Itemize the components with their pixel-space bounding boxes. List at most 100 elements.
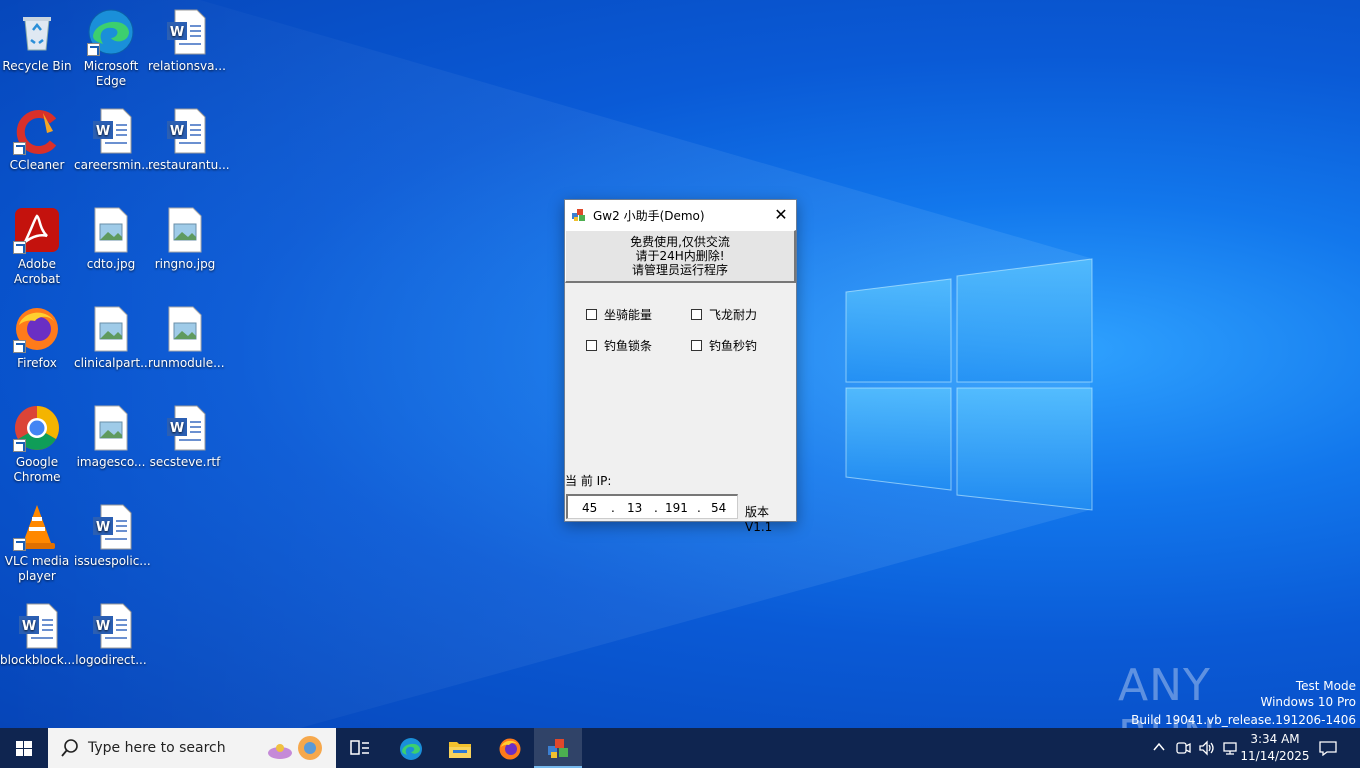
checkbox-box[interactable] [586, 340, 597, 351]
svg-text:W: W [170, 421, 184, 436]
ip-octet[interactable]: 45 [582, 501, 597, 515]
desktop-icon-label: Recycle Bin [2, 59, 72, 73]
taskbar-search-box[interactable]: Type here to search [48, 728, 336, 768]
checkbox-fishing-instant[interactable]: 钓鱼秒钓 [691, 337, 757, 354]
shortcut-arrow-icon [13, 439, 26, 452]
meet-now-icon[interactable] [1175, 740, 1191, 760]
checkbox-mount-energy[interactable]: 坐骑能量 [586, 306, 652, 323]
desktop-icon-recycle-bin[interactable]: Recycle Bin [0, 8, 74, 74]
os-edition-label: Windows 10 Pro [1260, 695, 1356, 709]
shortcut-arrow-icon [13, 538, 26, 551]
word-doc-icon: W [161, 107, 209, 155]
desktop-icon-blockblock[interactable]: W blockblock... [0, 602, 75, 668]
acrobat-icon [13, 206, 61, 254]
volume-icon[interactable] [1198, 740, 1216, 760]
image-file-icon [87, 404, 135, 452]
checkbox-dragon-stamina[interactable]: 飞龙耐力 [691, 306, 757, 323]
file-explorer-icon [449, 742, 471, 758]
ip-dot: . [697, 501, 701, 515]
svg-text:W: W [22, 619, 36, 634]
desktop-icon-clinicalpart[interactable]: clinicalpart... [74, 305, 152, 371]
desktop-icon-ccleaner[interactable]: CCleaner [0, 107, 74, 173]
desktop-icon-ringno[interactable]: ringno.jpg [148, 206, 222, 272]
svg-text:W: W [170, 124, 184, 139]
notification-center-icon[interactable] [1319, 740, 1337, 760]
ip-dot: . [654, 501, 658, 515]
svg-text:W: W [96, 124, 110, 139]
desktop-icon-issuespolic[interactable]: W issuespolic... [74, 503, 151, 569]
word-doc-icon: W [87, 503, 135, 551]
search-highlight-icon [268, 736, 322, 760]
notice-button[interactable]: 免费使用,仅供交流 请于24H内删除! 请管理员运行程序 [565, 230, 796, 283]
shortcut-arrow-icon [13, 142, 26, 155]
task-view-icon [350, 740, 369, 755]
ccleaner-icon [13, 107, 61, 155]
taskbar-file-explorer[interactable] [435, 728, 483, 768]
word-doc-icon: W [161, 8, 209, 56]
checkbox-box[interactable] [691, 340, 702, 351]
start-button[interactable] [0, 728, 48, 768]
window-titlebar[interactable]: Gw2 小助手(Demo) ✕ [565, 200, 796, 230]
taskbar-firefox[interactable] [485, 728, 533, 768]
recycle-bin-icon [13, 8, 61, 56]
desktop-icon-label: secsteve.rtf [149, 455, 221, 469]
desktop-icon-label: logodirect... [75, 653, 147, 667]
test-mode-label: Test Mode [1295, 679, 1356, 693]
desktop-icon-edge[interactable]: Microsoft Edge [74, 8, 148, 89]
svg-text:W: W [96, 619, 110, 634]
network-icon[interactable] [1222, 740, 1240, 760]
desktop-icon-chrome[interactable]: Google Chrome [0, 404, 74, 485]
taskbar-edge[interactable] [386, 728, 434, 768]
desktop-icon-restaurantu[interactable]: W restaurantu... [148, 107, 230, 173]
firefox-icon [13, 305, 61, 353]
checkbox-box[interactable] [586, 309, 597, 320]
shortcut-arrow-icon [13, 241, 26, 254]
ip-octet[interactable]: 54 [711, 501, 726, 515]
desktop-icon-acrobat[interactable]: Adobe Acrobat [0, 206, 74, 287]
desktop-icon-firefox[interactable]: Firefox [0, 305, 74, 371]
desktop-icon-cdto[interactable]: cdto.jpg [74, 206, 148, 272]
close-icon: ✕ [774, 205, 788, 224]
desktop-icon-relationsva[interactable]: W relationsva... [148, 8, 226, 74]
desktop-icon-logodirect[interactable]: W logodirect... [74, 602, 148, 668]
window-title: Gw2 小助手(Demo) [593, 209, 705, 223]
checkbox-fishing-lock[interactable]: 钓鱼锁条 [586, 337, 652, 354]
image-file-icon [161, 305, 209, 353]
desktop-icon-label: issuespolic... [74, 554, 151, 568]
notice-line: 请管理员运行程序 [631, 263, 728, 277]
edge-icon [87, 8, 135, 56]
image-file-icon [161, 206, 209, 254]
desktop-icon-label: careersmin... [74, 158, 153, 172]
search-placeholder: Type here to search [88, 740, 226, 756]
desktop-icon-careersmin[interactable]: W careersmin... [74, 107, 153, 173]
notice-line: 免费使用,仅供交流 [630, 235, 730, 249]
vlc-icon [13, 503, 61, 551]
svg-text:W: W [170, 25, 184, 40]
desktop-icon-label: Firefox [17, 356, 57, 370]
desktop-icon-label: Microsoft Edge [83, 59, 139, 88]
clock-time[interactable]: 3:34 AM [1240, 732, 1310, 746]
desktop-icon-label: VLC media player [4, 554, 70, 583]
desktop-icon-imagesco[interactable]: imagesco... [74, 404, 148, 470]
desktop-icon-vlc[interactable]: VLC media player [0, 503, 74, 584]
ip-octet[interactable]: 13 [627, 501, 642, 515]
tray-overflow-icon[interactable] [1152, 740, 1166, 758]
taskbar-task-view[interactable] [336, 728, 384, 768]
desktop-icon-label: relationsva... [148, 59, 226, 73]
desktop-icon-runmodule[interactable]: runmodule... [148, 305, 225, 371]
checkbox-box[interactable] [691, 309, 702, 320]
desktop-icon-secsteve[interactable]: W secsteve.rtf [148, 404, 222, 470]
svg-text:W: W [96, 520, 110, 535]
clock-date[interactable]: 11/14/2025 [1240, 749, 1310, 763]
ip-address-field[interactable]: 45 . 13 . 191 . 54 [566, 494, 738, 519]
windows-start-icon [16, 741, 32, 756]
desktop-icon-label: clinicalpart... [74, 356, 152, 370]
ip-octet[interactable]: 191 [665, 501, 688, 515]
desktop-icon-label: Google Chrome [13, 455, 61, 484]
close-button[interactable]: ✕ [766, 200, 796, 230]
app-icon [548, 739, 568, 758]
taskbar-gw2-helper[interactable] [534, 728, 582, 768]
word-doc-icon: W [13, 602, 61, 650]
taskbar: Type here to search 3:34 AM 11/14/2025 [0, 728, 1360, 768]
word-doc-icon: W [87, 107, 135, 155]
